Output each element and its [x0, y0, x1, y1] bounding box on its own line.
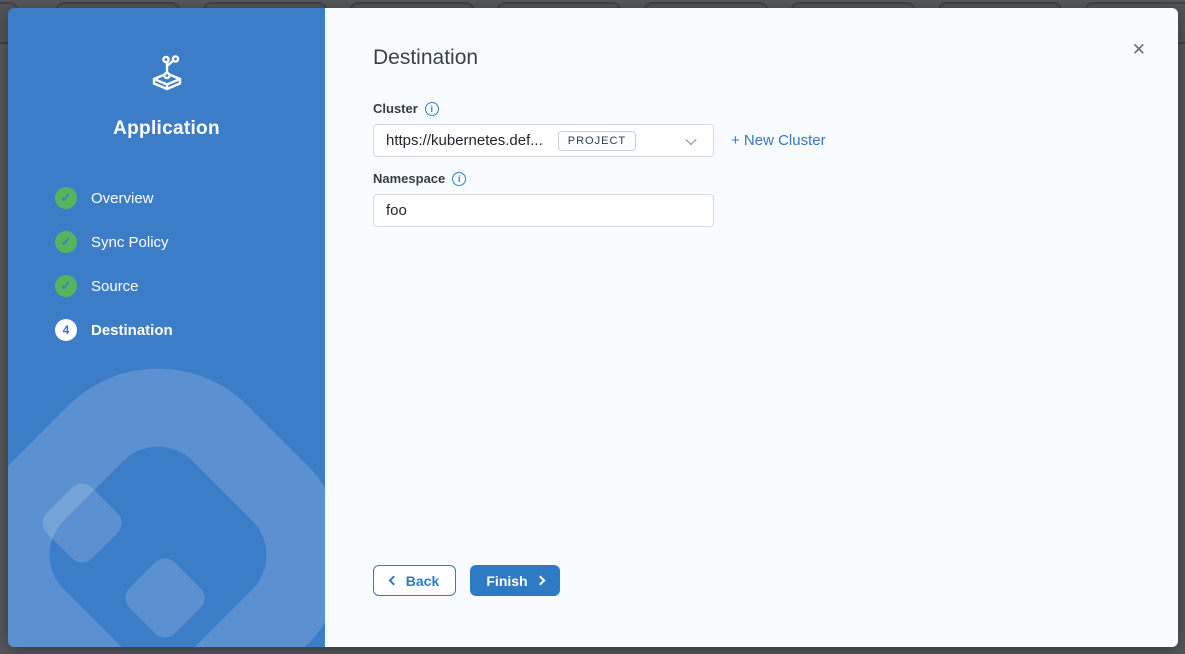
step-source: ✓ Source [8, 264, 325, 308]
back-button[interactable]: Back [373, 565, 456, 596]
info-icon[interactable]: i [425, 102, 439, 116]
namespace-label: Namespace [373, 171, 445, 186]
argo-watermark-pattern [8, 307, 325, 647]
argo-cd-logo-icon [8, 50, 325, 96]
info-icon[interactable]: i [452, 172, 466, 186]
wizard-title: Application [8, 118, 325, 140]
cluster-row: https://kubernetes.def... PROJECT + New … [373, 124, 1178, 157]
back-button-label: Back [406, 573, 439, 589]
cluster-select-value: https://kubernetes.def... [386, 132, 543, 149]
cluster-label-row: Cluster i [373, 101, 1178, 116]
namespace-input[interactable] [373, 194, 714, 227]
step-label: Source [91, 278, 139, 295]
cluster-label: Cluster [373, 101, 418, 116]
cluster-select[interactable]: https://kubernetes.def... PROJECT [373, 124, 714, 157]
check-circle-icon: ✓ [55, 231, 77, 253]
chevron-down-icon [685, 133, 696, 144]
step-label: Destination [91, 322, 173, 339]
step-destination: 4 Destination [8, 308, 325, 352]
step-overview: ✓ Overview [8, 176, 325, 220]
finish-button[interactable]: Finish [470, 565, 560, 596]
wizard-steps: ✓ Overview ✓ Sync Policy ✓ Source 4 Dest… [8, 176, 325, 352]
wizard-sidebar: Application ✓ Overview ✓ Sync Policy ✓ S… [8, 8, 325, 647]
chevron-right-icon [535, 576, 545, 586]
step-number-badge: 4 [55, 319, 77, 341]
close-icon[interactable]: ✕ [1132, 42, 1146, 59]
panel-title: Destination [373, 46, 1178, 70]
check-circle-icon: ✓ [55, 275, 77, 297]
project-badge: PROJECT [558, 131, 636, 151]
finish-button-label: Finish [486, 573, 527, 589]
step-sync-policy: ✓ Sync Policy [8, 220, 325, 264]
application-wizard-modal: Application ✓ Overview ✓ Sync Policy ✓ S… [8, 8, 1178, 647]
check-circle-icon: ✓ [55, 187, 77, 209]
wizard-actions: Back Finish [373, 565, 560, 596]
destination-panel: ✕ Destination Cluster i https://kubernet… [325, 8, 1178, 647]
step-label: Sync Policy [91, 234, 169, 251]
namespace-label-row: Namespace i [373, 171, 1178, 186]
new-cluster-link[interactable]: + New Cluster [731, 132, 826, 149]
step-label: Overview [91, 190, 154, 207]
chevron-left-icon [388, 576, 398, 586]
